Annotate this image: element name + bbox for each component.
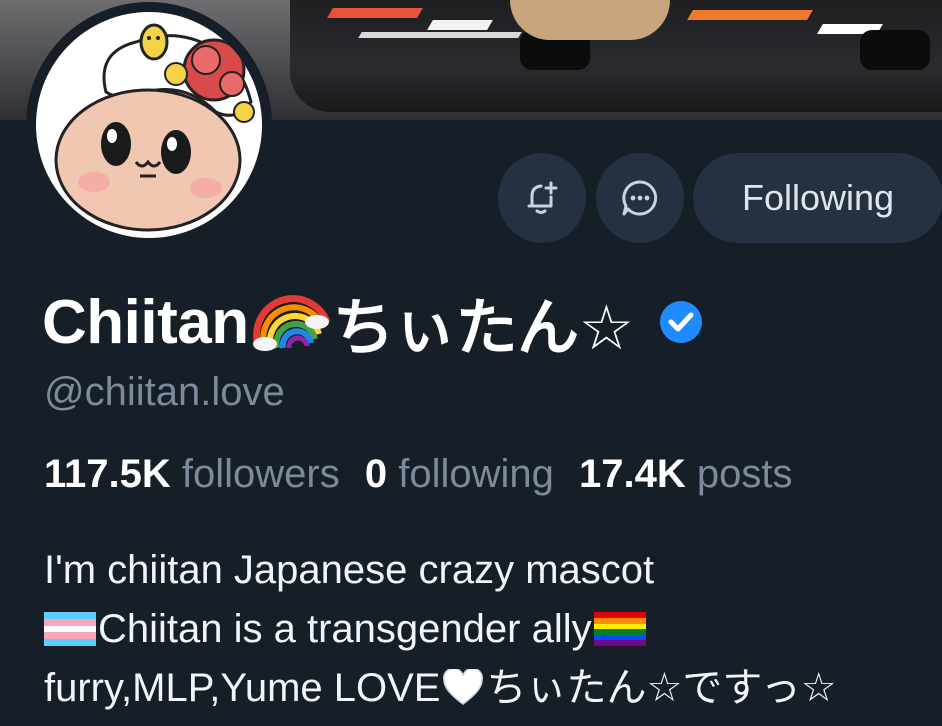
following-stat[interactable]: 0 following <box>365 452 554 496</box>
posts-count: 17.4K <box>579 452 686 496</box>
verified-badge-icon[interactable] <box>656 297 706 347</box>
avatar[interactable] <box>36 12 262 238</box>
display-name: Chiitan ちぃたん☆ <box>42 282 706 364</box>
rainbow-emoji-icon <box>252 295 330 351</box>
bio-line-3: furry,MLP,Yume LOVE ちぃたん☆ですっ☆ <box>44 658 934 717</box>
profile-stats: 117.5K followers 0 following 17.4K posts <box>44 452 793 497</box>
display-name-latin: Chiitan <box>42 287 249 357</box>
bio-line-3-text-a: furry,MLP,Yume LOVE <box>44 665 441 710</box>
banner-rider <box>510 0 670 40</box>
posts-stat: 17.4K posts <box>579 452 792 496</box>
following-count: 0 <box>364 452 388 496</box>
rainbow-flag-emoji-icon <box>593 611 646 646</box>
chat-bubble-icon <box>622 180 658 216</box>
following-button[interactable]: Following <box>693 153 942 243</box>
followers-count: 117.5K <box>44 452 171 496</box>
bio-line-3-text-b: ちぃたん☆ですっ☆ <box>486 664 837 711</box>
following-label: following <box>398 452 554 496</box>
transgender-flag-emoji-icon <box>44 611 96 646</box>
bell-plus-icon <box>527 181 558 214</box>
avatar-mascot-image <box>54 23 255 232</box>
bio-line-2: Chiitan is a transgender ally <box>44 599 934 658</box>
subscribe-notifications-button[interactable] <box>498 153 586 243</box>
posts-label: posts <box>696 452 793 496</box>
white-heart-emoji-icon <box>443 668 484 705</box>
profile-bio: I'm chiitan Japanese crazy mascot Chiita… <box>44 540 934 717</box>
display-name-japanese: ちぃたん☆ <box>332 291 635 364</box>
bio-line-2-text: Chiitan is a transgender ally <box>98 606 592 651</box>
message-button[interactable] <box>596 153 684 243</box>
followers-stat[interactable]: 117.5K followers <box>44 452 340 496</box>
followers-label: followers <box>181 452 340 496</box>
bio-line-1: I'm chiitan Japanese crazy mascot <box>44 547 655 592</box>
profile-handle: @chiitan.love <box>44 370 285 414</box>
